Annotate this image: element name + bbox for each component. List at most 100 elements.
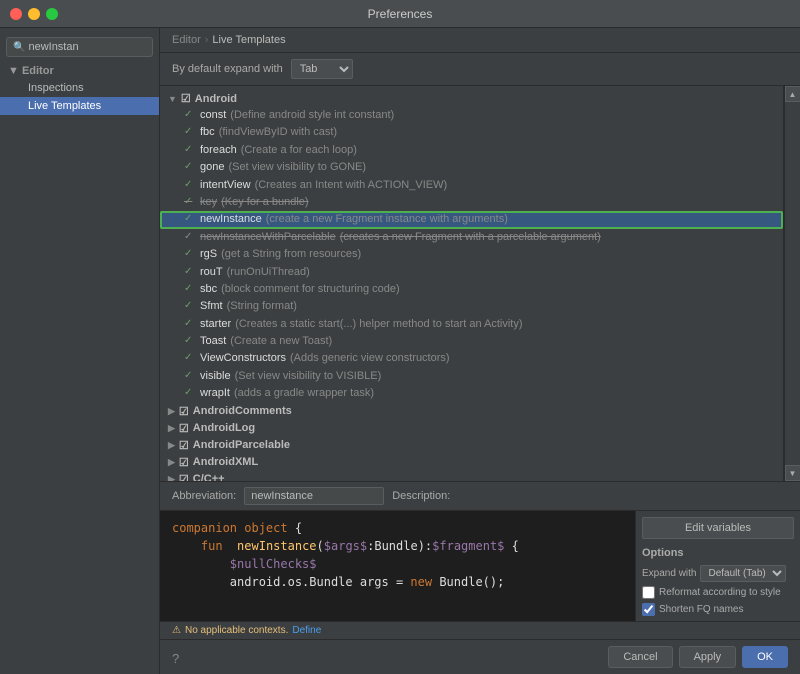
edit-variables-button[interactable]: Edit variables: [642, 517, 794, 539]
expand-toolbar: By default expand with Tab Enter Space: [160, 53, 800, 86]
footer: ? Cancel Apply OK: [160, 639, 800, 674]
abbreviation-input[interactable]: [244, 487, 384, 505]
group-androidLog[interactable]: ☑ AndroidLog: [160, 420, 783, 437]
checkbox-androidXML[interactable]: ☑: [179, 456, 189, 469]
maximize-button[interactable]: [46, 8, 58, 20]
apply-button[interactable]: Apply: [679, 646, 737, 668]
templates-list: ☑ Android ✓ const (Define android style …: [160, 86, 784, 481]
template-newInstance[interactable]: ✓ newInstance (create a new Fragment ins…: [160, 211, 783, 228]
template-Sfmt[interactable]: ✓ Sfmt (String format): [160, 298, 783, 315]
reformat-checkbox[interactable]: [642, 586, 655, 599]
search-box[interactable]: 🔍: [6, 37, 153, 57]
template-sbc[interactable]: ✓ sbc (block comment for structuring cod…: [160, 281, 783, 298]
check-gone: ✓: [184, 160, 196, 174]
warning-text: No applicable contexts.: [185, 625, 288, 636]
minimize-button[interactable]: [28, 8, 40, 20]
check-rgS: ✓: [184, 247, 196, 261]
template-foreach[interactable]: ✓ foreach (Create a for each loop): [160, 142, 783, 159]
template-text-area: companion object { fun newInstance($args…: [160, 511, 800, 621]
template-rouT[interactable]: ✓ rouT (runOnUiThread): [160, 264, 783, 281]
scroll-down-button[interactable]: ▼: [785, 465, 800, 481]
group-android-arrow: [168, 94, 177, 104]
template-wrapIt[interactable]: ✓ wrapIt (adds a gradle wrapper task): [160, 385, 783, 402]
group-androidLog-arrow: [168, 423, 175, 434]
template-rgS[interactable]: ✓ rgS (get a String from resources): [160, 246, 783, 263]
shorten-fq-checkbox[interactable]: [642, 603, 655, 616]
reformat-label: Reformat according to style: [659, 587, 781, 598]
window-controls[interactable]: [10, 8, 58, 20]
checkbox-androidParcelable[interactable]: ☑: [179, 439, 189, 452]
group-androidXML[interactable]: ☑ AndroidXML: [160, 454, 783, 471]
template-intentView[interactable]: ✓ intentView (Creates an Intent with ACT…: [160, 177, 783, 194]
template-fbc[interactable]: ✓ fbc (findViewByID with cast): [160, 124, 783, 141]
template-visible[interactable]: ✓ visible (Set view visibility to VISIBL…: [160, 368, 783, 385]
check-wrapIt: ✓: [184, 386, 196, 400]
code-line-1: companion object {: [172, 519, 623, 537]
shorten-fq-row: Shorten FQ names: [642, 603, 794, 616]
check-intentView: ✓: [184, 178, 196, 192]
group-android-label: Android: [195, 93, 237, 105]
group-cpp-arrow: [168, 474, 175, 481]
abbreviation-row: Abbreviation: Description:: [160, 482, 800, 511]
reformat-row: Reformat according to style: [642, 586, 794, 599]
template-key[interactable]: ✓ key (Key for a bundle): [160, 194, 783, 211]
warning-icon: ⚠: [172, 625, 181, 636]
group-android[interactable]: ☑ Android: [160, 90, 783, 107]
expand-select[interactable]: Tab Enter Space: [291, 59, 353, 79]
sidebar-item-inspections[interactable]: Inspections: [0, 79, 159, 97]
check-newInstance: ✓: [184, 212, 196, 226]
expand-with-select[interactable]: Default (Tab) Tab Enter: [700, 565, 786, 582]
shorten-fq-label: Shorten FQ names: [659, 604, 743, 615]
scroll-up-button[interactable]: ▲: [785, 86, 800, 102]
breadcrumb: Editor › Live Templates: [160, 28, 800, 53]
check-rouT: ✓: [184, 265, 196, 279]
main-content: 🔍 ▼ Editor Inspections Live Templates Ed…: [0, 28, 800, 674]
help-button[interactable]: ?: [172, 651, 179, 666]
sidebar-item-label: Live Templates: [28, 100, 101, 112]
template-ViewConstructors[interactable]: ✓ ViewConstructors (Adds generic view co…: [160, 350, 783, 367]
sidebar: 🔍 ▼ Editor Inspections Live Templates: [0, 28, 160, 674]
group-androidComments[interactable]: ☑ AndroidComments: [160, 403, 783, 420]
sidebar-item-live-templates[interactable]: Live Templates: [0, 97, 159, 115]
group-androidLog-label: AndroidLog: [193, 422, 255, 434]
close-button[interactable]: [10, 8, 22, 20]
template-const[interactable]: ✓ const (Define android style int consta…: [160, 107, 783, 124]
checkbox-androidComments[interactable]: ☑: [179, 405, 189, 418]
template-gone[interactable]: ✓ gone (Set view visibility to GONE): [160, 159, 783, 176]
code-line-4: android.os.Bundle args = new Bundle();: [172, 573, 623, 591]
bottom-area: Abbreviation: Description: companion obj…: [160, 481, 800, 639]
warning-row: ⚠ No applicable contexts. Define: [160, 621, 800, 639]
template-starter[interactable]: ✓ starter (Creates a static start(...) h…: [160, 316, 783, 333]
ok-button[interactable]: OK: [742, 646, 788, 668]
breadcrumb-separator: ›: [205, 34, 209, 46]
group-androidParcelable-label: AndroidParcelable: [193, 439, 290, 451]
templates-area: ☑ Android ✓ const (Define android style …: [160, 86, 800, 481]
check-visible: ✓: [184, 369, 196, 383]
checkbox-android[interactable]: ☑: [181, 92, 191, 105]
check-starter: ✓: [184, 317, 196, 331]
sidebar-section-editor: ▼ Editor: [0, 61, 159, 79]
code-editor[interactable]: companion object { fun newInstance($args…: [160, 511, 635, 621]
group-androidComments-arrow: [168, 406, 175, 417]
template-Toast[interactable]: ✓ Toast (Create a new Toast): [160, 333, 783, 350]
group-androidParcelable[interactable]: ☑ AndroidParcelable: [160, 437, 783, 454]
cancel-button[interactable]: Cancel: [608, 646, 672, 668]
template-newInstanceWithParcelable[interactable]: ✓ newInstanceWithParcelable (creates a n…: [160, 229, 783, 246]
check-ViewConstructors: ✓: [184, 351, 196, 365]
group-androidXML-label: AndroidXML: [193, 456, 258, 468]
group-androidXML-arrow: [168, 457, 175, 468]
breadcrumb-editor: Editor: [172, 34, 201, 46]
search-input[interactable]: [28, 41, 146, 53]
check-Toast: ✓: [184, 334, 196, 348]
expand-with-label: Expand with: [642, 568, 696, 579]
code-line-3: $nullChecks$: [172, 555, 623, 573]
group-cpp[interactable]: ☑ C/C++: [160, 471, 783, 481]
code-line-2: fun newInstance($args$:Bundle):$fragment…: [172, 537, 623, 555]
check-key: ✓: [184, 195, 196, 209]
expand-label: By default expand with: [172, 63, 283, 75]
checkbox-cpp[interactable]: ☑: [179, 473, 189, 481]
define-link[interactable]: Define: [292, 625, 321, 636]
right-options: Edit variables Options Expand with Defau…: [635, 511, 800, 621]
check-newInstanceWithParcelable: ✓: [184, 230, 196, 244]
checkbox-androidLog[interactable]: ☑: [179, 422, 189, 435]
